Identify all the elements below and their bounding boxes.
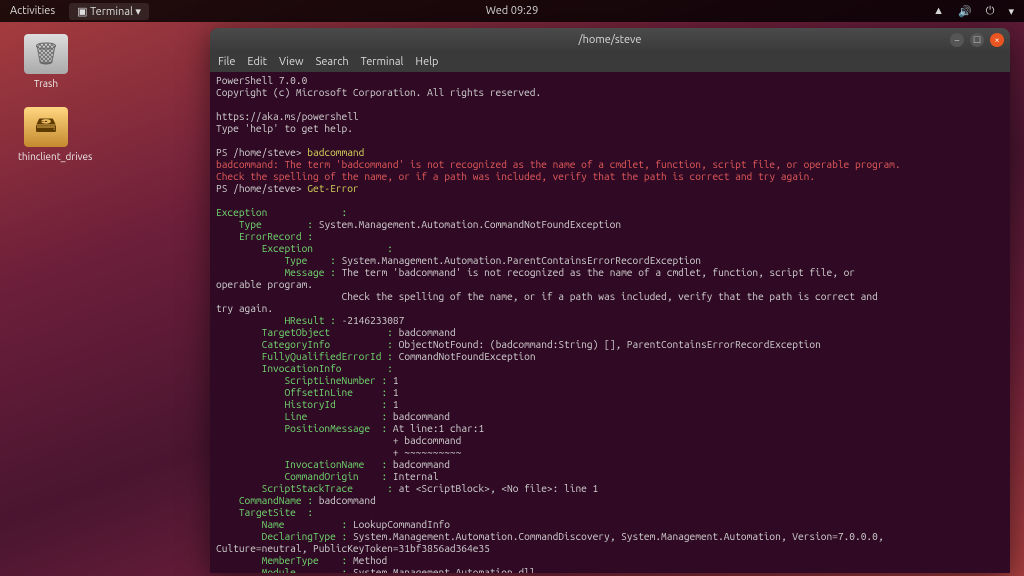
menu-help[interactable]: Help <box>415 56 438 68</box>
network-icon[interactable]: ▲ <box>933 5 944 17</box>
trash-label: Trash <box>18 78 74 89</box>
titlebar[interactable]: /home/steve – ☐ × <box>210 28 1010 52</box>
gnome-topbar: Activities ▣ Terminal ▾ Wed 09:29 ▲ 🔊 ⏻ … <box>0 0 1024 22</box>
menubar: File Edit View Search Terminal Help <box>210 52 1010 72</box>
terminal-output[interactable]: PowerShell 7.0.0 Copyright (c) Microsoft… <box>210 72 1010 573</box>
volume-icon[interactable]: 🔊 <box>958 5 972 18</box>
menu-terminal[interactable]: Terminal <box>361 56 404 68</box>
app-menu-label: Terminal ▾ <box>90 6 141 18</box>
menu-view[interactable]: View <box>279 56 304 68</box>
maximize-button[interactable]: ☐ <box>970 33 984 47</box>
chevron-down-icon[interactable]: ▾ <box>1008 5 1014 18</box>
close-button[interactable]: × <box>990 33 1004 47</box>
drive-icon[interactable]: 🖴 thinclient_drives <box>18 107 74 162</box>
menu-edit[interactable]: Edit <box>247 56 267 68</box>
terminal-window: /home/steve – ☐ × File Edit View Search … <box>210 28 1010 573</box>
drive-label: thinclient_drives <box>18 151 74 162</box>
minimize-button[interactable]: – <box>950 33 964 47</box>
power-icon[interactable]: ⏻ <box>986 5 995 18</box>
terminal-icon: ▣ <box>77 6 87 18</box>
menu-file[interactable]: File <box>218 56 235 68</box>
activities-button[interactable]: Activities <box>10 5 55 17</box>
desktop-icons: 🗑 Trash 🖴 thinclient_drives <box>18 34 74 162</box>
trash-icon[interactable]: 🗑 Trash <box>18 34 74 89</box>
app-menu[interactable]: ▣ Terminal ▾ <box>69 3 149 20</box>
menu-search[interactable]: Search <box>316 56 349 68</box>
window-title: /home/steve <box>210 34 1010 46</box>
clock[interactable]: Wed 09:29 <box>486 5 539 17</box>
